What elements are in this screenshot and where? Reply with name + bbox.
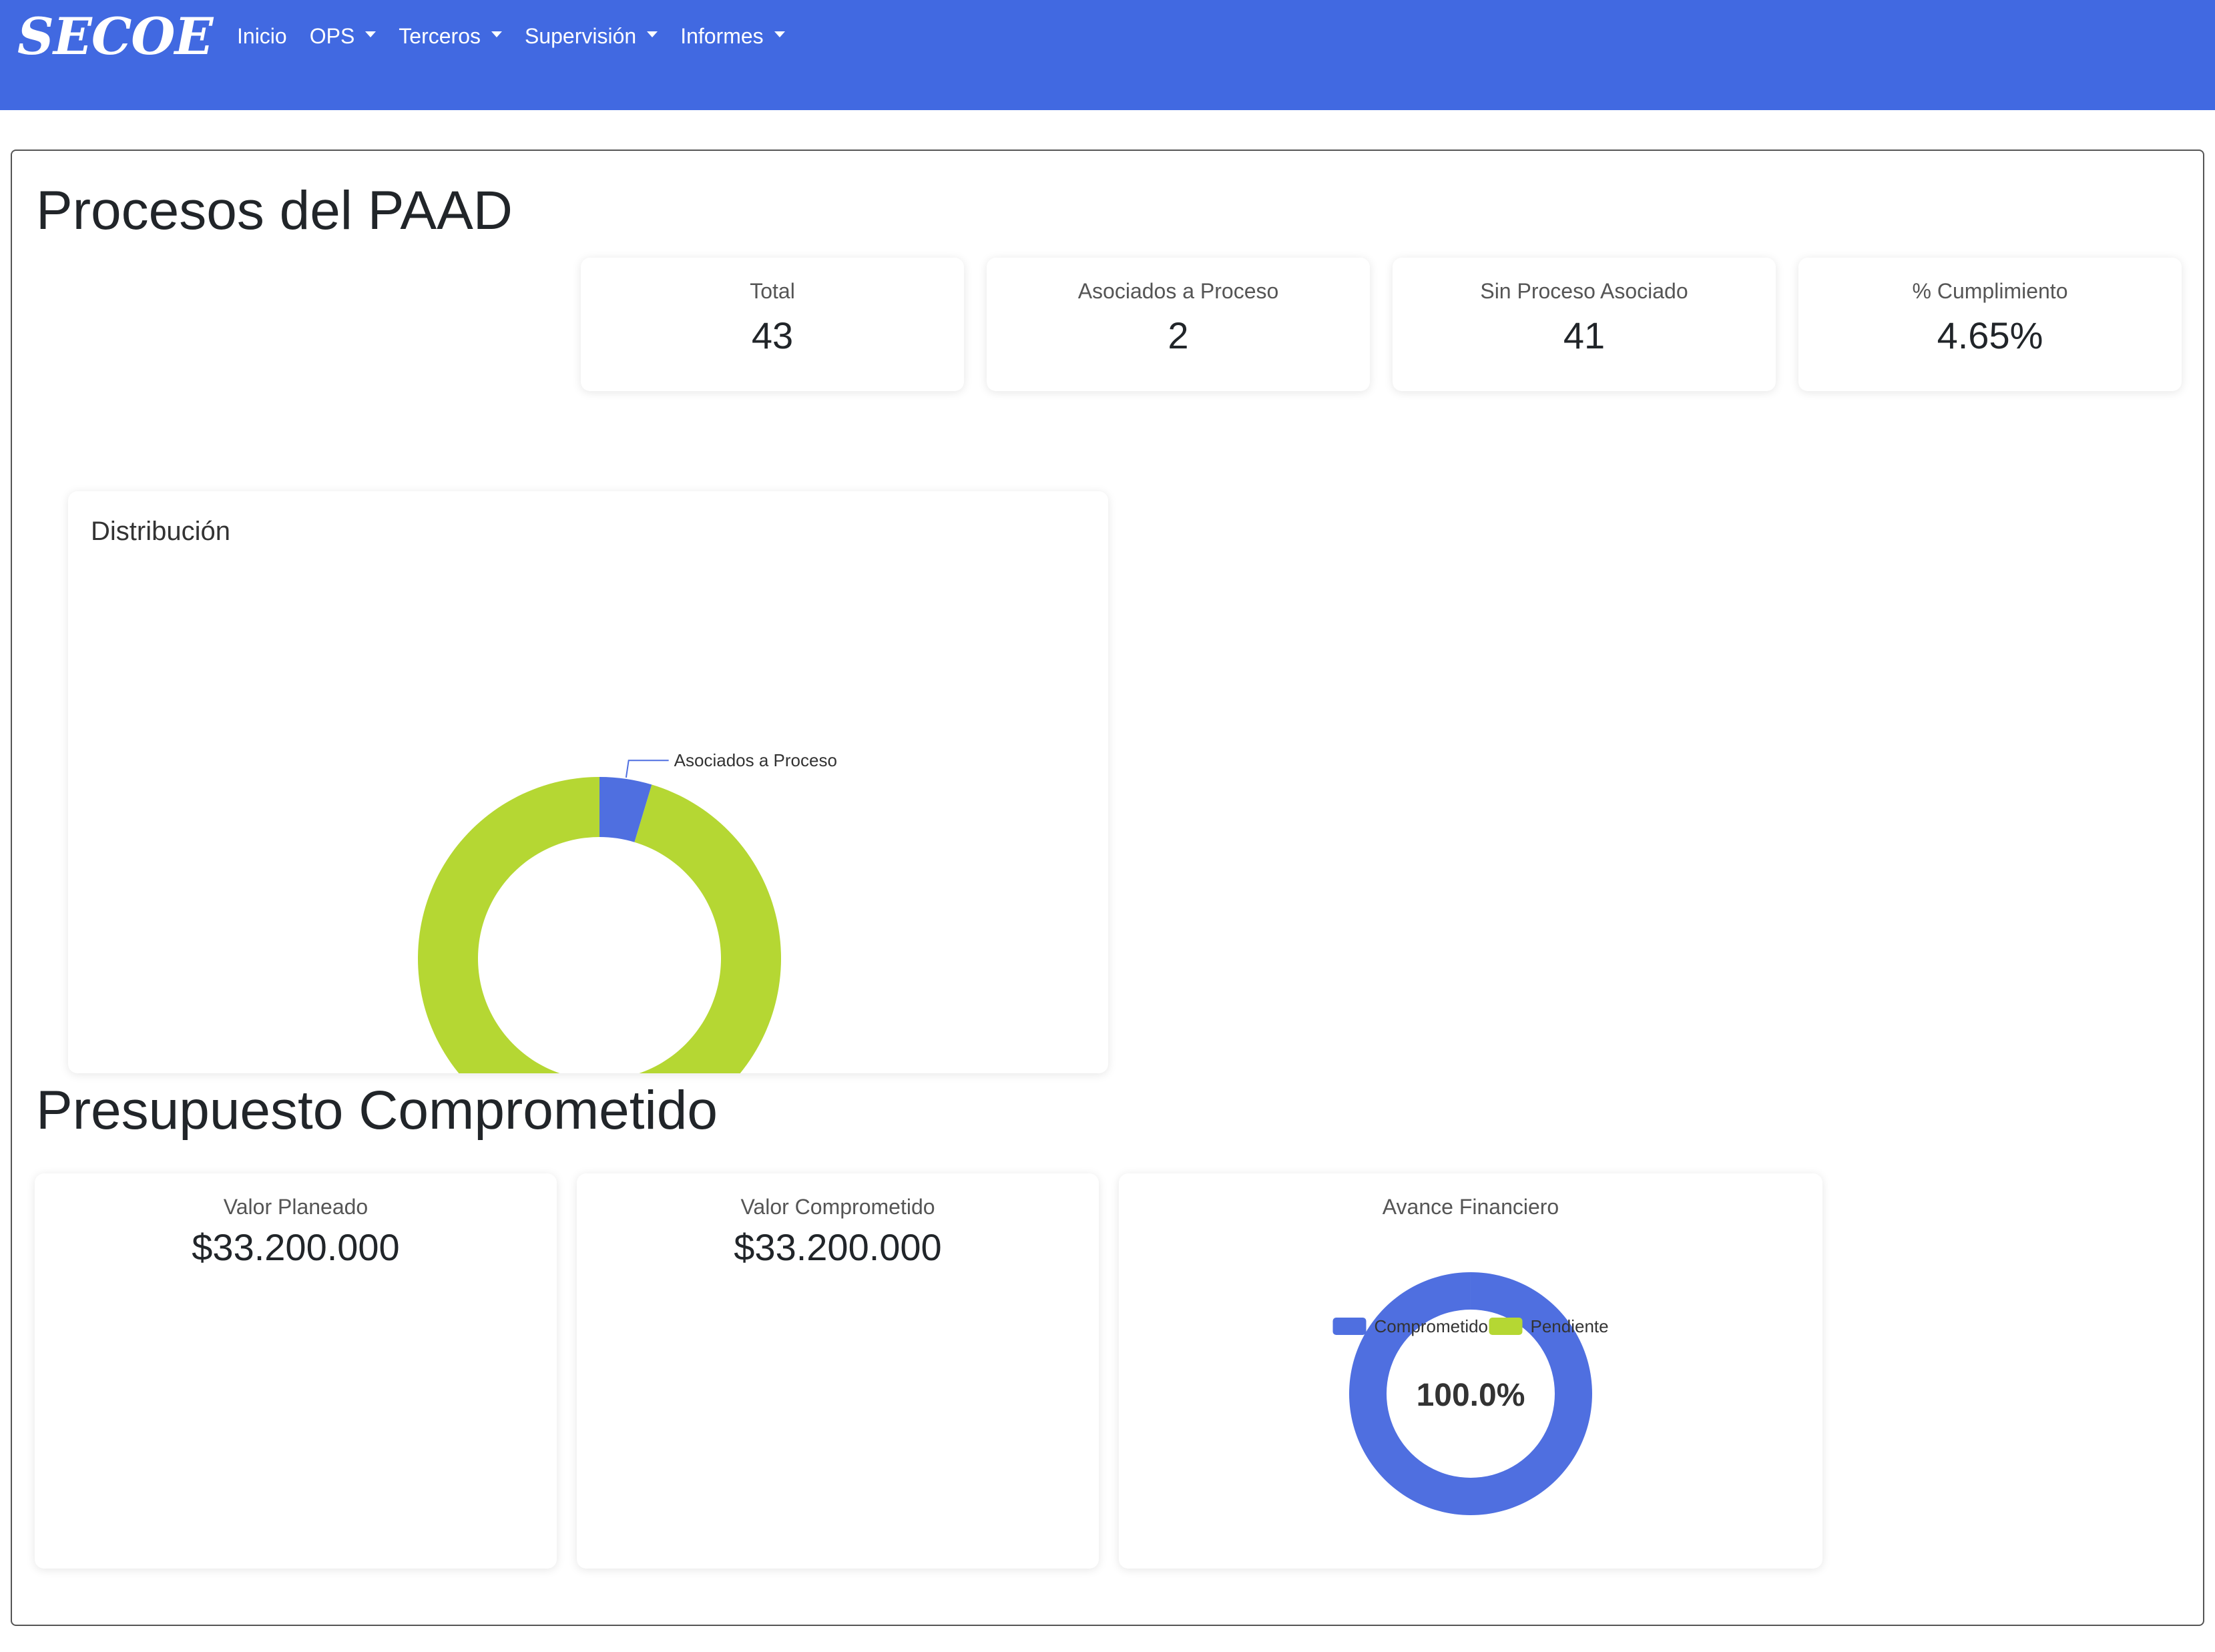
caret-down-icon <box>647 31 658 37</box>
nav-item-terceros[interactable]: Terceros <box>399 24 502 49</box>
nav-item-label: Inicio <box>237 23 287 48</box>
nav-item-supervision[interactable]: Supervisión <box>525 24 658 49</box>
distribution-donut-chart[interactable]: Asociados a ProcesoSin Proceso AsociadoA… <box>68 491 1108 1073</box>
slice-label: Asociados a Proceso <box>674 750 837 770</box>
nav-item-label: Terceros <box>399 23 481 48</box>
committed-value-label: Valor Comprometido <box>740 1195 935 1219</box>
label-leader-line <box>625 760 669 778</box>
stat-label: % Cumplimiento <box>1912 279 2068 303</box>
stat-value: 2 <box>1168 314 1189 356</box>
brand-logo[interactable]: SECOE <box>17 7 213 67</box>
financial-progress-donut-chart[interactable]: 100.0% Comprometido Pendiente <box>1119 1173 1822 1569</box>
top-navbar: SECOE Inicio OPS Terceros Supervisión In… <box>0 0 2215 110</box>
stat-label: Asociados a Proceso <box>1077 279 1279 303</box>
caret-down-icon <box>491 31 502 37</box>
stat-card-cumplimiento: % Cumplimiento 4.65% <box>1798 258 2182 391</box>
nav-item-label: Informes <box>680 23 764 48</box>
stat-card-sin-proceso: Sin Proceso Asociado 41 <box>1393 258 1776 391</box>
planned-value-card: Valor Planeado $33.200.000 <box>35 1173 557 1569</box>
caret-down-icon <box>365 31 377 37</box>
legend-label-pendiente[interactable]: Pendiente <box>1531 1316 1609 1336</box>
stat-value: 41 <box>1563 314 1606 356</box>
planned-value-label: Valor Planeado <box>223 1195 368 1219</box>
committed-value: $33.200.000 <box>734 1226 942 1268</box>
caret-down-icon <box>774 31 785 37</box>
stat-label: Total <box>750 279 795 303</box>
planned-value: $33.200.000 <box>192 1226 400 1268</box>
stat-card-asociados: Asociados a Proceso 2 <box>987 258 1370 391</box>
legend-label-comprometido[interactable]: Comprometido <box>1375 1316 1489 1336</box>
nav-item-inicio[interactable]: Inicio <box>237 24 287 49</box>
nav-item-ops[interactable]: OPS <box>310 24 377 49</box>
legend-swatch-comprometido[interactable] <box>1332 1318 1367 1335</box>
center-label: 100.0% <box>1417 1378 1525 1413</box>
nav-item-label: OPS <box>309 23 355 48</box>
paad-section-title: Procesos del PAAD <box>36 180 513 241</box>
dashboard-container: Procesos del PAAD Total 43 Asociados a P… <box>11 150 2204 1626</box>
budget-section-title: Presupuesto Comprometido <box>36 1080 718 1141</box>
financial-progress-card: Avance Financiero 100.0% Comprometido Pend… <box>1119 1173 1822 1569</box>
stat-card-total: Total 43 <box>581 258 964 391</box>
legend-swatch-pendiente[interactable] <box>1489 1318 1523 1335</box>
nav-item-label: Supervisión <box>524 23 637 48</box>
nav-menu: Inicio OPS Terceros Supervisión Informes <box>237 20 808 52</box>
stat-value: 43 <box>751 314 794 356</box>
committed-value-card: Valor Comprometido $33.200.000 <box>577 1173 1099 1569</box>
distribution-chart-card: Distribución Asociados a ProcesoSin Proc… <box>68 491 1108 1073</box>
stat-label: Sin Proceso Asociado <box>1480 279 1688 303</box>
stat-value: 4.65% <box>1937 314 2043 356</box>
nav-item-informes[interactable]: Informes <box>680 23 785 49</box>
